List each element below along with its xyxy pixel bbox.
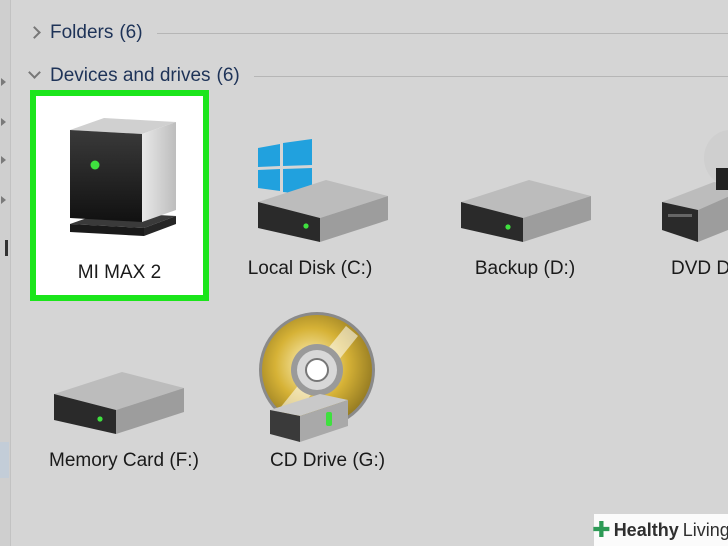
- watermark-brand: Healthy: [613, 519, 679, 540]
- cross-logo-icon: ✚: [592, 517, 611, 542]
- expand-arrow-icon[interactable]: [1, 118, 6, 126]
- windows-hard-drive-icon: [258, 139, 388, 242]
- hard-drive-icon: [461, 180, 591, 242]
- drive-label: Backup (D:): [474, 258, 576, 279]
- expand-arrow-icon[interactable]: [1, 196, 6, 204]
- devices-group-title: Devices and drives: [50, 65, 211, 86]
- expand-arrow-icon[interactable]: [1, 156, 6, 164]
- drive-label: Local Disk (C:): [247, 258, 373, 279]
- folders-group-header[interactable]: Folders (6): [26, 19, 728, 47]
- drive-label: DVD D: [671, 258, 728, 279]
- hard-drive-icon: [54, 372, 184, 434]
- cd-drive-icon: [259, 312, 375, 442]
- devices-group-header[interactable]: Devices and drives (6): [26, 62, 728, 90]
- group-divider: [253, 75, 728, 77]
- watermark-sub: Living: [682, 519, 728, 540]
- navigation-pane-edge[interactable]: [0, 0, 11, 546]
- phone-device-icon: [70, 118, 176, 236]
- dvd-drive-icon: [662, 130, 728, 242]
- drive-label: MI MAX 2: [77, 262, 162, 283]
- folders-group-title: Folders: [50, 22, 114, 43]
- drive-tile-backup-d[interactable]: Backup (D:): [445, 130, 605, 290]
- expand-arrow-icon[interactable]: [1, 78, 6, 86]
- drive-tile-local-disk-c[interactable]: Local Disk (C:): [230, 130, 390, 290]
- chevron-down-icon[interactable]: [26, 66, 46, 86]
- windows-logo-icon: [258, 139, 312, 195]
- devices-group-count: (6): [216, 65, 240, 86]
- drive-label: Memory Card (F:): [49, 450, 199, 471]
- chevron-right-icon[interactable]: [26, 23, 46, 43]
- drive-tile-dvd[interactable]: DVD D: [658, 118, 728, 290]
- watermark: ✚ Healthy Living: [592, 514, 728, 546]
- nav-item-selected[interactable]: [0, 442, 9, 478]
- drive-tile-cd-drive-g[interactable]: CD Drive (G:): [250, 308, 410, 482]
- group-divider: [156, 32, 728, 34]
- folders-group-count: (6): [119, 22, 143, 43]
- nav-item-marker: [5, 240, 8, 256]
- drive-label: CD Drive (G:): [270, 450, 386, 471]
- drive-tile-mi-max-2[interactable]: MI MAX 2: [30, 90, 209, 301]
- drive-tile-memory-card-f[interactable]: Memory Card (F:): [28, 322, 199, 482]
